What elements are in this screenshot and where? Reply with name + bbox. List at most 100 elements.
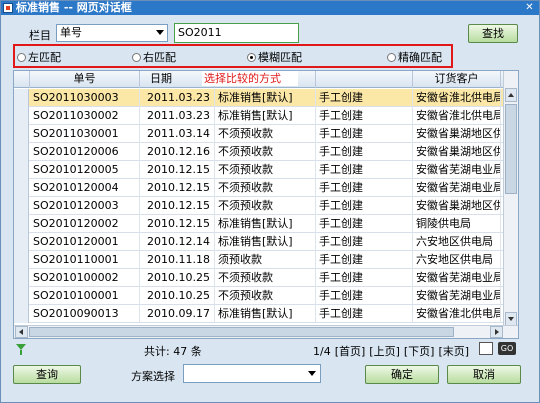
radio-exact-match[interactable]: 精确匹配 (387, 50, 442, 64)
scroll-left-icon[interactable] (15, 326, 28, 338)
cell-source: 手工创建 (316, 179, 413, 197)
chevron-down-icon (156, 30, 164, 35)
row-gutter (14, 143, 29, 161)
cell-customer: 安徽省淮北供电局 (413, 89, 501, 107)
table-row[interactable]: SO2010100002 2010.10.25 不须预收款 手工创建 安徽省芜湖电业局 (14, 269, 518, 287)
cell-type: 不须预收款 (215, 179, 316, 197)
cell-type: 不须预收款 (215, 161, 316, 179)
header-source[interactable] (316, 71, 413, 88)
cell-order-no: SO2010120001 (30, 233, 140, 251)
table-row[interactable]: SO2010120004 2010.12.15 不须预收款 手工创建 安徽省芜湖电业局 (14, 179, 518, 197)
find-button[interactable]: 查找 (468, 24, 518, 43)
cell-order-no: SO2010120006 (30, 143, 140, 161)
column-select-value: 单号 (60, 26, 82, 39)
cell-customer: 安徽省巢湖地区供... (413, 143, 501, 161)
table-row[interactable]: SO2011030003 2011.03.23 标准销售[默认] 手工创建 安徽省淮北供… (14, 89, 518, 107)
table-row[interactable]: SO20101200032010.12.15不须预收款手工创建安徽省巢湖地区供.… (14, 197, 518, 215)
table-row[interactable]: SO2010120002 2010.12.15 标准销售[默认] 手工创建 铜陵供电局 (14, 215, 518, 233)
cell-source: 手工创建 (316, 143, 413, 161)
row-gutter (14, 215, 29, 233)
radio-right-match[interactable]: 右匹配 (132, 50, 176, 64)
column-select[interactable]: 单号 (56, 24, 168, 42)
cell-date: 2011.03.23 (140, 89, 215, 107)
radio-icon (17, 52, 26, 62)
window-title: 标准销售 -- 网页对话框 (16, 1, 132, 14)
cell-order-no: SO2010110001 (30, 251, 140, 269)
table-row[interactable]: SO2010120001 2010.12.14 标准销售[默认] 手工创建 六安地区供电… (14, 233, 518, 251)
cell-type: 标准销售[默认] (215, 107, 316, 125)
radio-icon (387, 52, 396, 62)
cell-type: 不须预收款 (215, 197, 316, 215)
horizontal-scrollbar[interactable] (14, 325, 518, 338)
cell-type: 标准销售[默认] (215, 215, 316, 233)
cell-order-no: SO2011030003 (30, 89, 140, 107)
row-gutter (14, 251, 29, 269)
cell-source: 手工创建 (316, 89, 413, 107)
cell-customer: 安徽省巢湖地区供... (413, 125, 501, 143)
query-button[interactable]: 查询 (13, 365, 81, 384)
first-page-link[interactable]: [首页] (335, 345, 366, 358)
cell-source: 手工创建 (316, 305, 413, 323)
cell-source: 手工创建 (316, 287, 413, 305)
app-icon (3, 3, 13, 13)
row-gutter (14, 305, 29, 323)
ok-button[interactable]: 确定 (365, 365, 439, 384)
filter-icon[interactable] (16, 344, 26, 355)
radio-checked-icon (247, 52, 256, 62)
radio-left-match[interactable]: 左匹配 (17, 50, 61, 64)
cell-date: 2010.11.18 (140, 251, 215, 269)
cell-customer: 六安地区供电局 (413, 251, 501, 269)
scroll-thumb[interactable] (505, 104, 517, 194)
search-input[interactable]: SO2011 (174, 23, 299, 43)
row-gutter (14, 197, 29, 215)
row-gutter (14, 179, 29, 197)
radio-label: 模糊匹配 (258, 51, 302, 64)
last-page-link[interactable]: [末页] (438, 345, 469, 358)
radio-label: 右匹配 (143, 51, 176, 64)
go-button[interactable]: GO (498, 342, 516, 355)
table-row[interactable]: SO2010110001 2010.11.18 须预收款 手工创建 六安地区供电局 (14, 251, 518, 269)
table-row[interactable]: SO2010090013 2010.09.17 标准销售[默认] 手工创建 安徽省淮北供… (14, 305, 518, 323)
radio-fuzzy-match[interactable]: 模糊匹配 (247, 50, 302, 64)
cell-order-no: SO2010090013 (30, 305, 140, 323)
cell-source: 手工创建 (316, 215, 413, 233)
dialog-window: 标准销售 -- 网页对话框 ✕ 栏目 单号 SO2011 查找 左匹配 右匹配 … (0, 0, 540, 403)
cell-order-no: SO2011030001 (30, 125, 140, 143)
header-customer[interactable]: 订货客户 (413, 71, 501, 88)
cell-date: 2010.12.14 (140, 233, 215, 251)
table-row[interactable]: SO2010100001 2010.10.25 不须预收款 手工创建 安徽省芜湖电业局 (14, 287, 518, 305)
cell-type: 标准销售[默认] (215, 89, 316, 107)
cell-date: 2010.12.16 (140, 143, 215, 161)
pager: 1/4 [首页] [上页] [下页] [末页] (313, 343, 473, 359)
prev-page-link[interactable]: [上页] (369, 345, 400, 358)
plan-select[interactable] (183, 364, 321, 383)
vertical-scrollbar[interactable] (503, 71, 518, 327)
scroll-right-icon[interactable] (490, 326, 503, 338)
row-gutter (14, 89, 29, 107)
cell-date: 2011.03.14 (140, 125, 215, 143)
close-icon[interactable]: ✕ (523, 2, 536, 14)
cell-date: 2011.03.23 (140, 107, 215, 125)
cell-order-no: SO2010120002 (30, 215, 140, 233)
scroll-down-icon[interactable] (505, 312, 517, 326)
table-row[interactable]: SO2010120005 2010.12.15 不须预收款 手工创建 安徽省芜湖电业局 (14, 161, 518, 179)
cell-type: 不须预收款 (215, 287, 316, 305)
cancel-button[interactable]: 取消 (447, 365, 521, 384)
cell-order-no: SO2010100002 (30, 269, 140, 287)
page-number-input[interactable] (479, 342, 493, 355)
table-row[interactable]: SO20101200062010.12.16不须预收款手工创建安徽省巢湖地区供.… (14, 143, 518, 161)
cell-customer: 安徽省淮北供电局 (413, 107, 501, 125)
hscroll-thumb[interactable] (29, 327, 454, 337)
cell-customer: 安徽省芜湖电业局 (413, 269, 501, 287)
radio-label: 左匹配 (28, 51, 61, 64)
column-label: 栏目 (29, 29, 51, 42)
match-mode-group: 左匹配 右匹配 模糊匹配 精确匹配 (13, 44, 453, 68)
table-row[interactable]: SO20110300012011.03.14不须预收款手工创建安徽省巢湖地区供.… (14, 125, 518, 143)
header-order-no[interactable]: 单号 (30, 71, 140, 88)
cell-source: 手工创建 (316, 161, 413, 179)
next-page-link[interactable]: [下页] (404, 345, 435, 358)
cell-customer: 安徽省芜湖电业局 (413, 287, 501, 305)
scroll-up-icon[interactable] (505, 88, 517, 102)
cell-customer: 六安地区供电局 (413, 233, 501, 251)
table-row[interactable]: SO2011030002 2011.03.23 标准销售[默认] 手工创建 安徽省淮北供… (14, 107, 518, 125)
